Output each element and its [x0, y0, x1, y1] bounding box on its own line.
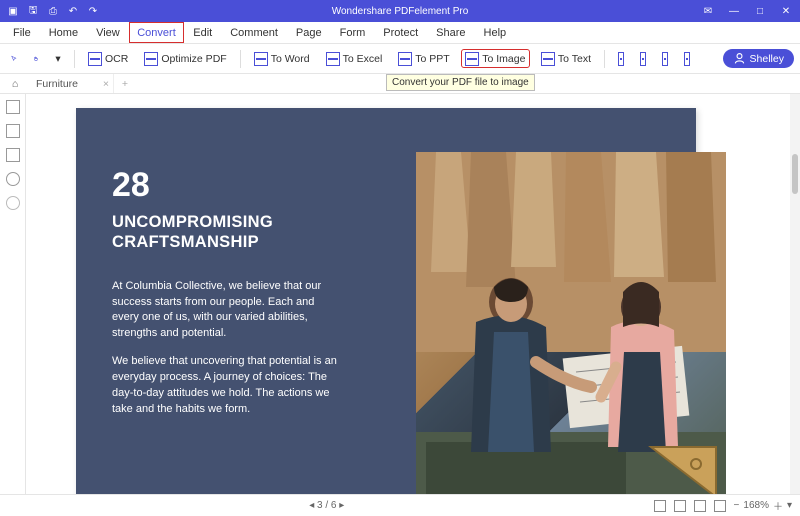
to-word-icon — [254, 52, 268, 66]
user-account-button[interactable]: Shelley — [723, 49, 794, 68]
status-bar: ◂ 3 / 6 ▸ − 168% ＋ ▾ — [0, 494, 800, 516]
toolbar: ▾ OCR Optimize PDF To Word To Excel To P… — [0, 44, 800, 74]
convert-extra2-icon[interactable] — [635, 49, 651, 69]
optimize-icon — [144, 52, 158, 66]
hand-tool-icon[interactable] — [28, 49, 44, 68]
view-continuous-facing-icon[interactable] — [714, 500, 726, 512]
to-excel-icon — [326, 52, 340, 66]
optimize-label: Optimize PDF — [161, 53, 226, 65]
ocr-button[interactable]: OCR — [83, 49, 133, 69]
menu-page[interactable]: Page — [287, 22, 331, 43]
view-single-icon[interactable] — [654, 500, 666, 512]
close-tab-icon[interactable]: × — [103, 78, 109, 90]
workspace: 28 UNCOMPROMISING CRAFTSMANSHIP At Colum… — [0, 94, 800, 494]
page-photo — [416, 152, 726, 494]
vertical-scrollbar[interactable] — [790, 94, 800, 494]
menu-home[interactable]: Home — [40, 22, 87, 43]
zoom-control[interactable]: − 168% ＋ ▾ — [734, 498, 792, 513]
menu-form[interactable]: Form — [331, 22, 375, 43]
mail-icon[interactable]: ✉ — [700, 6, 716, 17]
menu-edit[interactable]: Edit — [184, 22, 221, 43]
zoom-value: 168% — [743, 500, 769, 511]
page-body-text: At Columbia Collective, we believe that … — [112, 279, 342, 419]
menu-help[interactable]: Help — [475, 22, 516, 43]
signature-icon[interactable] — [6, 196, 20, 210]
page-number-graphic: 28 — [112, 166, 342, 205]
close-button[interactable]: ✕ — [778, 6, 794, 17]
layers-icon[interactable] — [6, 148, 20, 162]
to-excel-label: To Excel — [343, 53, 383, 65]
to-text-button[interactable]: To Text — [536, 49, 596, 69]
canvas[interactable]: 28 UNCOMPROMISING CRAFTSMANSHIP At Colum… — [26, 94, 790, 494]
undo-icon[interactable]: ↶ — [66, 4, 80, 18]
to-ppt-label: To PPT — [415, 53, 449, 65]
page-heading: UNCOMPROMISING CRAFTSMANSHIP — [112, 213, 342, 253]
zoom-dropdown-icon[interactable]: ▾ — [787, 500, 792, 511]
print-icon[interactable]: ⎙ — [46, 4, 60, 18]
document-tab[interactable]: Furniture × — [24, 74, 114, 93]
user-name-label: Shelley — [750, 53, 784, 65]
convert-extra3-icon[interactable] — [657, 49, 673, 69]
redo-icon[interactable]: ↷ — [86, 4, 100, 18]
maximize-button[interactable]: □ — [752, 6, 768, 17]
to-image-icon — [465, 52, 479, 66]
to-word-label: To Word — [271, 53, 310, 65]
optimize-pdf-button[interactable]: Optimize PDF — [139, 49, 231, 69]
page: 28 UNCOMPROMISING CRAFTSMANSHIP At Colum… — [76, 108, 696, 494]
app-title: Wondershare PDFelement Pro — [100, 6, 700, 17]
to-ppt-icon — [398, 52, 412, 66]
to-text-label: To Text — [558, 53, 591, 65]
title-bar: ▣ 🖫 ⎙ ↶ ↷ Wondershare PDFelement Pro ✉ —… — [0, 0, 800, 22]
convert-extra4-icon[interactable] — [679, 49, 695, 69]
view-facing-icon[interactable] — [694, 500, 706, 512]
home-tab-icon[interactable]: ⌂ — [6, 74, 24, 93]
menu-view[interactable]: View — [87, 22, 129, 43]
attachments-icon[interactable] — [6, 172, 20, 186]
menu-file[interactable]: File — [4, 22, 40, 43]
minimize-button[interactable]: — — [726, 6, 742, 17]
app-logo-icon: ▣ — [6, 4, 20, 18]
sidebar — [0, 94, 26, 494]
scroll-thumb[interactable] — [792, 154, 798, 194]
page-thumbnails-icon[interactable] — [6, 100, 20, 114]
page-indicator[interactable]: ◂ 3 / 6 ▸ — [8, 500, 646, 511]
view-continuous-icon[interactable] — [674, 500, 686, 512]
to-image-label: To Image — [482, 53, 525, 65]
save-icon[interactable]: 🖫 — [26, 4, 40, 18]
menu-protect[interactable]: Protect — [374, 22, 427, 43]
menu-share[interactable]: Share — [427, 22, 474, 43]
document-tab-label: Furniture — [36, 78, 78, 90]
convert-extra1-icon[interactable] — [613, 49, 629, 69]
add-tab-button[interactable]: + — [114, 74, 136, 93]
tooltip: Convert your PDF file to image — [386, 74, 535, 91]
zoom-out-icon[interactable]: − — [734, 500, 740, 511]
zoom-in-icon[interactable]: ＋ — [773, 498, 783, 513]
ocr-icon — [88, 52, 102, 66]
menu-comment[interactable]: Comment — [221, 22, 287, 43]
bookmarks-icon[interactable] — [6, 124, 20, 138]
menu-convert[interactable]: Convert — [129, 22, 185, 43]
to-excel-button[interactable]: To Excel — [321, 49, 388, 69]
select-tool-icon[interactable] — [6, 49, 22, 68]
to-text-icon — [541, 52, 555, 66]
to-word-button[interactable]: To Word — [249, 49, 315, 69]
menu-bar: File Home View Convert Edit Comment Page… — [0, 22, 800, 44]
chevron-down-icon[interactable]: ▾ — [50, 50, 66, 68]
to-ppt-button[interactable]: To PPT — [393, 49, 454, 69]
to-image-button[interactable]: To Image — [461, 49, 530, 68]
ocr-label: OCR — [105, 53, 128, 65]
